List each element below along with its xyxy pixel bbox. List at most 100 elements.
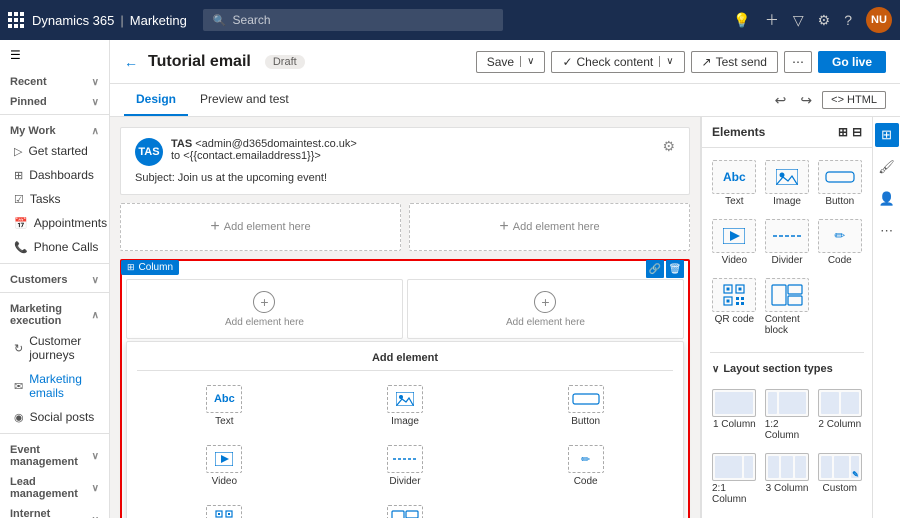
plus-circle-icon[interactable]: + (253, 291, 275, 313)
test-send-button[interactable]: ↗ Test send (691, 51, 778, 73)
add-element-right[interactable]: + Add element here (409, 203, 690, 251)
tool-more[interactable]: ⋯ (875, 219, 899, 243)
element-divider[interactable]: Divider (318, 439, 493, 493)
undo-button[interactable]: ↩ (771, 90, 791, 111)
element-text[interactable]: Abc Text (137, 379, 312, 433)
settings-icon[interactable]: ⚙ (818, 12, 831, 29)
layout-2col[interactable]: 2 Column (815, 385, 864, 445)
sidebar-section-customers[interactable]: Customers ∨ (0, 268, 109, 288)
user-avatar[interactable]: NU (866, 7, 892, 33)
tab-design[interactable]: Design (124, 84, 188, 116)
element-button[interactable]: Button (498, 379, 673, 433)
sender-avatar: TAS (135, 138, 163, 166)
el-video[interactable]: Video (710, 215, 759, 270)
add-element-row-top: + Add element here + Add element here (120, 203, 690, 251)
sidebar-item-appointments[interactable]: 📅 Appointments (0, 211, 109, 235)
search-input[interactable] (233, 13, 493, 27)
collapse-icon[interactable]: ⊟ (852, 125, 862, 139)
layout-1-2col[interactable]: 1:2 Column (763, 385, 812, 445)
check-icon: ✓ (562, 55, 572, 69)
sidebar-section-event-mgmt[interactable]: Event management ∨ (0, 438, 109, 470)
sidebar-item-get-started[interactable]: ▷ Get started (0, 139, 109, 163)
layout-3col[interactable]: 3 Column (763, 449, 812, 509)
layout-custom-icon: ✎ (818, 453, 862, 481)
layout-section-header[interactable]: ∨ Layout section types (702, 357, 872, 381)
filter-icon[interactable]: ▽ (793, 12, 804, 29)
sidebar-section-recent[interactable]: Recent ∨ (0, 70, 109, 90)
sidebar-section-pinned[interactable]: Pinned ∨ (0, 90, 109, 110)
column-delete-button[interactable]: 🗑 (666, 260, 684, 278)
sidebar-item-phone-calls[interactable]: 📞 Phone Calls (0, 235, 109, 259)
settings-icon[interactable]: ⚙ (662, 138, 675, 155)
el-text-icon: Abc (712, 160, 756, 194)
divider-icon (387, 445, 423, 473)
sender-info: TAS <admin@d365domaintest.co.uk> to <{{c… (171, 138, 654, 162)
element-video[interactable]: Video (137, 439, 312, 493)
layout-2-1col[interactable]: 2:1 Column (710, 449, 759, 509)
layout-col-c3 (795, 456, 806, 478)
sidebar-item-social-posts[interactable]: ◉ Social posts (0, 405, 109, 429)
check-dropdown-icon[interactable]: ∨ (659, 56, 673, 67)
lightbulb-icon[interactable]: 💡 (733, 12, 750, 29)
element-code[interactable]: ✏ Code (498, 439, 673, 493)
column-icon: ⊞ (127, 262, 135, 273)
hamburger-icon: ☰ (10, 48, 21, 62)
chevron-down-icon: ∨ (92, 515, 99, 518)
el-qr-code[interactable]: QR code (710, 274, 759, 340)
sidebar-section-lead-mgmt[interactable]: Lead management ∨ (0, 470, 109, 502)
sidebar-item-marketing-emails[interactable]: ✉ Marketing emails (0, 367, 109, 405)
help-icon[interactable]: ? (844, 12, 852, 28)
inner-columns: + Add element here + Add element here (126, 279, 684, 339)
layout-col-c1 (768, 456, 779, 478)
sidebar-section-mywork[interactable]: My Work ∧ (0, 119, 109, 139)
sidebar-section-marketing-exec[interactable]: Marketing execution ∧ (0, 297, 109, 329)
redo-button[interactable]: ↪ (796, 90, 816, 111)
element-content-block[interactable]: Content block (318, 499, 493, 518)
save-button[interactable]: Save ∨ (476, 51, 546, 73)
tool-elements[interactable]: ⊞ (875, 123, 899, 147)
qr-icon (206, 505, 242, 518)
element-qr-code[interactable]: QR code (137, 499, 312, 518)
sidebar-section-internet-marketing[interactable]: Internet marketing ∨ (0, 502, 109, 518)
layout-custom[interactable]: ✎ Custom (815, 449, 864, 509)
element-grid: Abc Text Image (137, 379, 673, 518)
inner-col-content-right: + Add element here (506, 291, 585, 328)
html-button[interactable]: <> HTML (822, 91, 886, 109)
tab-preview[interactable]: Preview and test (188, 84, 301, 116)
plus-circle-icon-right[interactable]: + (534, 291, 556, 313)
expand-icon[interactable]: ⊞ (838, 125, 848, 139)
search-bar[interactable]: 🔍 (203, 9, 503, 31)
go-live-button[interactable]: Go live (818, 51, 886, 73)
save-dropdown-icon[interactable]: ∨ (520, 56, 534, 67)
plus-icon[interactable]: ＋ (765, 10, 779, 30)
column-block: ⊞ Column 🔗 🗑 + Add element here (120, 259, 690, 518)
more-options-button[interactable]: ⋯ (784, 51, 812, 73)
el-button[interactable]: Button (815, 156, 864, 211)
button-icon (568, 385, 604, 413)
el-divider[interactable]: Divider (763, 215, 812, 270)
sidebar-item-tasks[interactable]: ☑ Tasks (0, 187, 109, 211)
el-text[interactable]: Abc Text (710, 156, 759, 211)
right-panel: Elements ⊞ ⊟ Abc Text (700, 117, 900, 518)
tab-actions: ↩ ↪ <> HTML (771, 90, 886, 111)
tool-personalize[interactable]: 👤 (875, 187, 899, 211)
app-grid-icon[interactable] (8, 12, 24, 28)
tool-style[interactable]: 🖌 (875, 155, 899, 179)
back-button[interactable]: ← (124, 54, 138, 70)
el-content-block-icon (765, 278, 809, 312)
el-code[interactable]: ✏ Code (815, 215, 864, 270)
inner-col-left[interactable]: + Add element here (126, 279, 403, 339)
add-element-left[interactable]: + Add element here (120, 203, 401, 251)
check-content-button[interactable]: ✓ Check content ∨ (551, 51, 684, 73)
inner-col-right[interactable]: + Add element here (407, 279, 684, 339)
sidebar-toggle[interactable]: ☰ (0, 40, 109, 70)
column-link-button[interactable]: 🔗 (646, 260, 664, 278)
layout-2col-icon (818, 389, 862, 417)
el-image[interactable]: Image (763, 156, 812, 211)
el-content-block[interactable]: Content block (763, 274, 812, 340)
element-image[interactable]: Image (318, 379, 493, 433)
sidebar-item-dashboards[interactable]: ⊞ Dashboards (0, 163, 109, 187)
layout-1col[interactable]: 1 Column (710, 385, 759, 445)
inner-col-label: Add element here (225, 317, 304, 328)
sidebar-item-customer-journeys[interactable]: ↻ Customer journeys (0, 329, 109, 367)
